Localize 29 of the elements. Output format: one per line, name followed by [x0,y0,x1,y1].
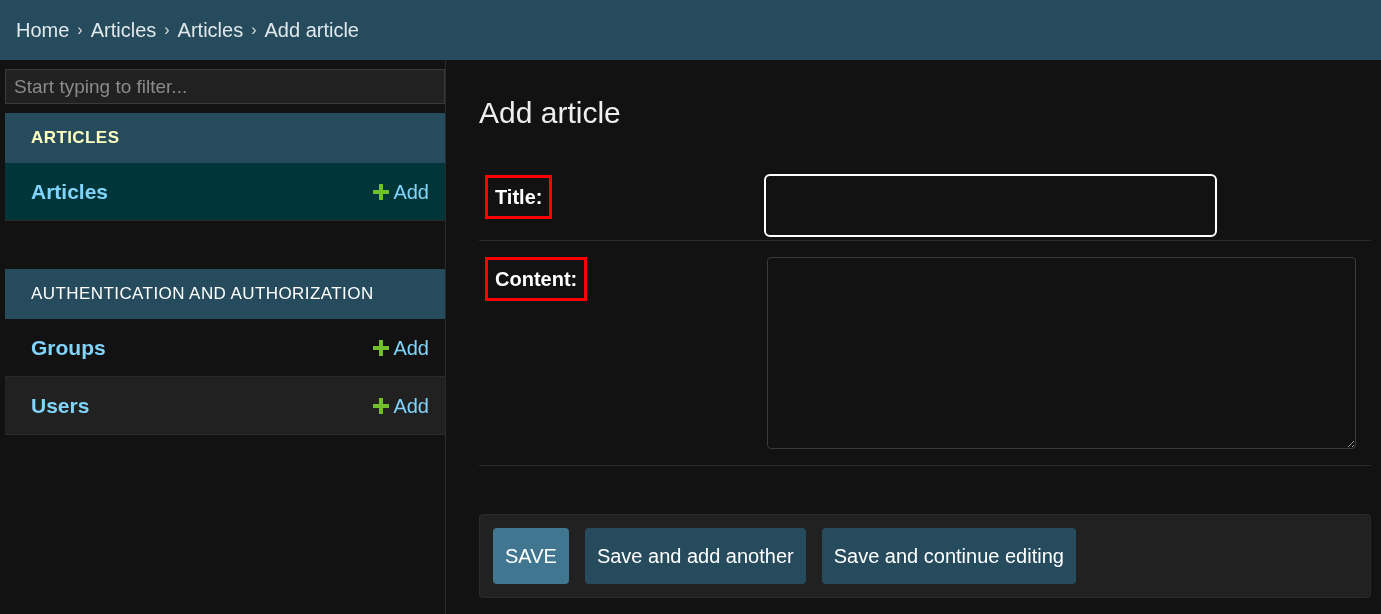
breadcrumb-separator: › [163,20,171,40]
filter-field[interactable]: Start typing to filter... [5,69,445,104]
breadcrumb-link[interactable]: Articles [90,15,157,45]
module-header: ARTICLES [5,113,445,163]
plus-icon [373,397,390,414]
breadcrumb-link[interactable]: Home [16,15,70,45]
secondary-save-button[interactable]: Save and add another [584,528,806,584]
model-link[interactable]: Users [31,389,90,422]
breadcrumb-separator: › [76,20,84,40]
field-label: Content: [485,257,588,301]
breadcrumb-separator: › [250,20,258,40]
page-title: Add article [479,95,622,131]
module-row[interactable]: Articles Add [5,163,445,221]
model-link[interactable]: Groups [31,331,106,364]
plus-icon [373,183,390,200]
breadcrumb-current: Add article [264,18,359,43]
field-label: Title: [485,175,553,219]
save-button[interactable]: SAVE [493,528,569,584]
module-header: AUTHENTICATION AND AUTHORIZATION [5,269,445,319]
model-link[interactable]: Articles [31,175,109,208]
module-row[interactable]: Users Add [5,377,445,435]
content-field[interactable] [767,257,1356,449]
add-link[interactable]: Add [393,332,429,363]
add-link[interactable]: Add [393,176,429,207]
add-link[interactable]: Add [393,390,429,421]
secondary-save-button[interactable]: Save and continue editing [821,528,1076,584]
plus-icon [373,339,390,356]
breadcrumb-link[interactable]: Articles [177,15,244,45]
title-field[interactable] [764,174,1217,237]
